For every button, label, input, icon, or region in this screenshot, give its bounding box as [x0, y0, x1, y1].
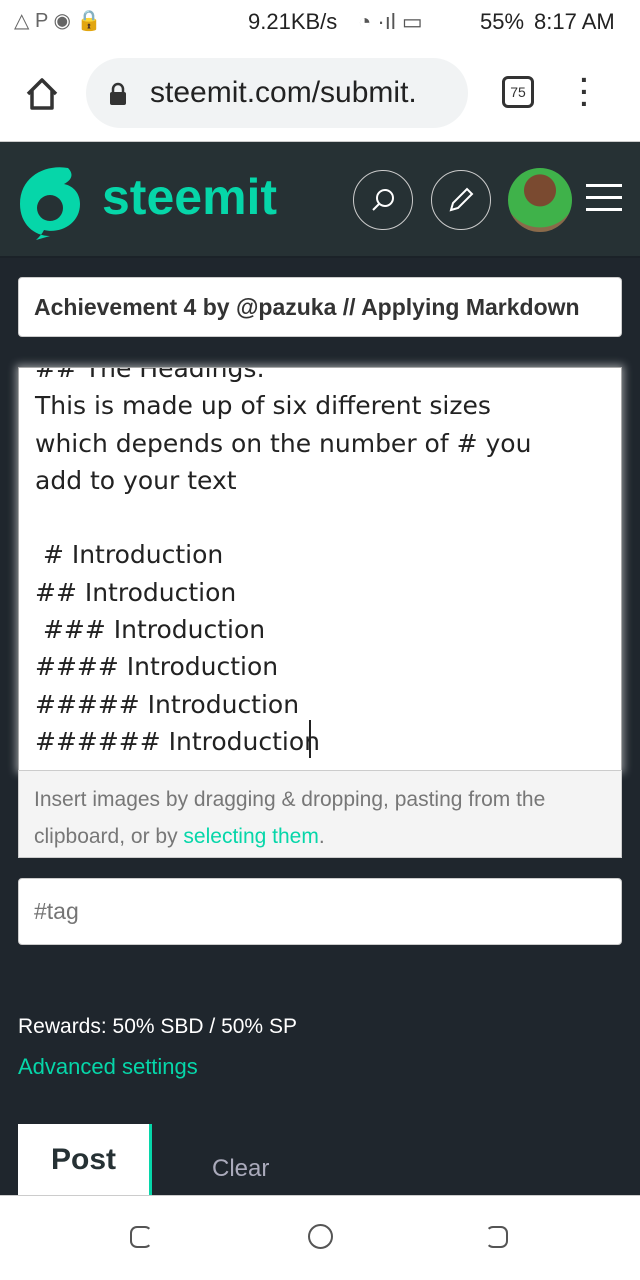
clock: 8:17 AM — [534, 9, 615, 34]
body-textarea[interactable]: ## The Headings: This is made up of six d… — [18, 367, 622, 771]
brand-name[interactable]: steemit — [102, 168, 277, 226]
body-line: ## The Headings: — [35, 367, 265, 383]
rewards-label: Rewards: 50% SBD / 50% SP — [18, 1015, 297, 1038]
body-line: This is made up of six different sizes — [35, 391, 491, 421]
hamburger-menu-icon[interactable] — [586, 184, 622, 211]
body-line: ###### Introduction — [35, 726, 321, 756]
body-line — [35, 499, 531, 536]
body-text: ## The Headings: This is made up of six d… — [35, 367, 532, 760]
back-icon[interactable] — [486, 1226, 508, 1248]
address-bar[interactable]: steemit.com/submit. — [86, 58, 468, 128]
battery-percent: 55% — [480, 9, 525, 34]
search-button[interactable] — [353, 170, 413, 230]
home-icon[interactable] — [24, 76, 60, 112]
system-nav-bar — [0, 1195, 640, 1280]
body-line: # Introduction — [35, 540, 224, 570]
write-post-button[interactable] — [431, 170, 491, 230]
body-line: ## Introduction — [35, 577, 237, 607]
post-button[interactable]: Post — [18, 1124, 152, 1195]
text-cursor — [309, 720, 311, 758]
lock-icon — [110, 82, 126, 105]
recents-icon[interactable] — [130, 1226, 152, 1248]
menu-dots-icon[interactable]: · · · — [580, 66, 589, 118]
status-bar: △ P ◉ 🔒 9.21KB/s ◔ ·ıl ▭ 55% 8:17 AM — [0, 0, 640, 44]
title-input[interactable]: Achievement 4 by @pazuka // Applying Mar… — [18, 277, 622, 337]
body-line: which depends on the number of # you — [35, 428, 532, 458]
body-line: ##### Introduction — [35, 689, 300, 719]
body-line: add to your text — [35, 465, 237, 495]
pencil-icon — [449, 187, 474, 212]
network-speed: 9.21KB/s — [248, 9, 338, 34]
browser-toolbar: steemit.com/submit. 75 · · · — [0, 44, 640, 142]
body-line: #### Introduction — [35, 652, 279, 682]
site-header: steemit — [0, 142, 640, 258]
search-icon — [372, 189, 394, 211]
body-line: ### Introduction — [35, 615, 266, 645]
signal-icon: ◔ ·ıl ▭ — [358, 9, 423, 34]
image-upload-hint: Insert images by dragging & dropping, pa… — [18, 770, 622, 858]
tag-input[interactable] — [18, 878, 622, 945]
tabs-button[interactable]: 75 — [502, 76, 534, 108]
select-images-link[interactable]: selecting them — [183, 825, 318, 848]
clear-button[interactable]: Clear — [212, 1155, 269, 1183]
notification-icons: △ P ◉ 🔒 — [14, 10, 102, 32]
advanced-settings-link[interactable]: Advanced settings — [18, 1054, 198, 1080]
avatar[interactable] — [508, 168, 572, 232]
url-text: steemit.com/submit. — [150, 76, 417, 109]
home-nav-icon[interactable] — [308, 1224, 333, 1249]
steemit-logo-icon[interactable] — [16, 164, 84, 240]
